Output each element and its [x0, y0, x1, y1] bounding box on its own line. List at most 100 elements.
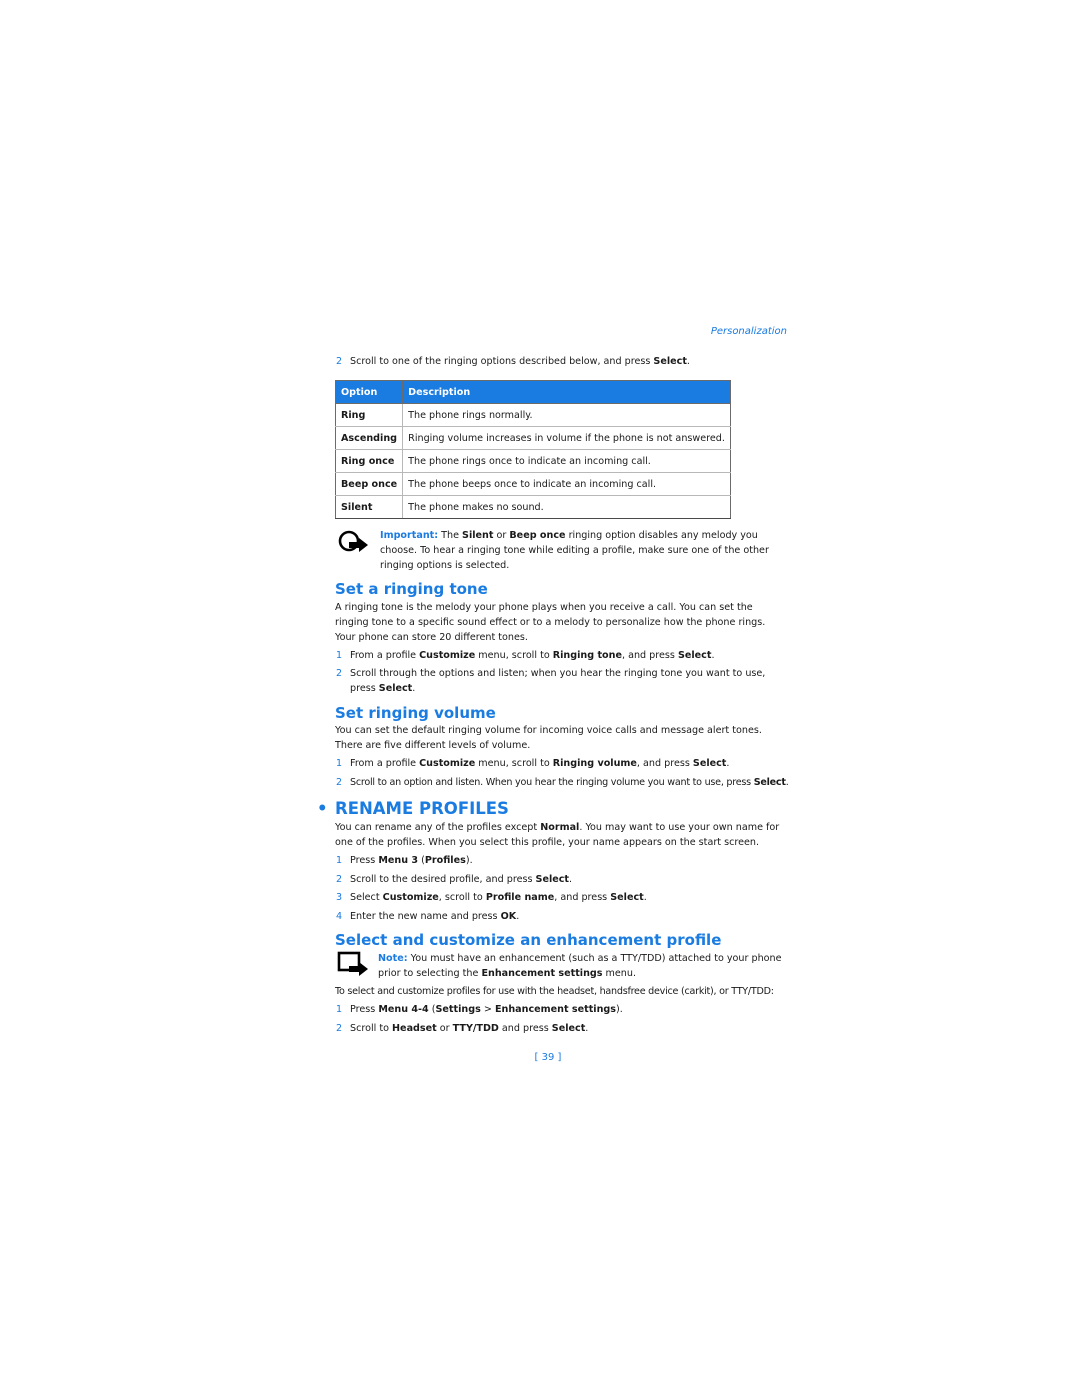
step-text: ( — [418, 855, 425, 866]
step-bold: Headset — [392, 1023, 437, 1034]
important-label: Important: — [380, 530, 439, 541]
ringing-tone-paragraph: A ringing tone is the melody your phone … — [335, 602, 766, 643]
rename-paragraph: You can rename any of the profiles excep… — [335, 820, 787, 850]
callout-text: menu. — [602, 968, 637, 979]
important-callout: Important: The Silent or Beep once ringi… — [335, 528, 787, 573]
step-text: Press — [350, 1004, 379, 1015]
running-head: Personalization — [710, 326, 787, 337]
description-cell: The phone rings normally. — [402, 403, 731, 427]
step-text: ). — [616, 1004, 623, 1015]
table-row: Ascending Ringing volume increases in vol… — [334, 426, 731, 450]
step-text: Enter the new name and press — [350, 911, 501, 922]
step-number: 1 — [336, 855, 343, 866]
page-number: [ 39 ] — [534, 1052, 562, 1063]
option-cell: Silent — [334, 495, 404, 519]
step-text: From a profile — [350, 650, 420, 661]
step-text: , and press — [554, 892, 611, 903]
table-row: Ring once The phone rings once to indicat… — [334, 449, 731, 473]
step-text: . — [711, 650, 715, 661]
step-bold: Customize — [419, 758, 476, 769]
table-row: Silent The phone makes no sound. — [334, 495, 731, 519]
table-header-row: Option Description — [334, 380, 731, 404]
table-row: Ring The phone rings normally. — [334, 403, 731, 427]
step-number: 4 — [336, 911, 343, 922]
option-cell: Ascending — [334, 426, 404, 450]
step-text: Scroll to one of the ringing options des… — [350, 356, 654, 367]
note-callout: Note: You must have an enhancement (such… — [335, 951, 788, 981]
step-text: . — [686, 356, 690, 367]
step-text: , scroll to — [438, 892, 486, 903]
step-text: Select — [350, 892, 383, 903]
step-bold: Customize — [419, 650, 476, 661]
step-text: . — [585, 1023, 589, 1034]
step-text: , and press — [636, 758, 693, 769]
rename-step-1: 1 Press Menu 3 (Profiles). — [335, 853, 802, 868]
step-text: Scroll to — [350, 1023, 393, 1034]
step-bold: Profiles — [424, 855, 466, 866]
step-bold: Select — [535, 874, 570, 885]
heading-set-ringing-volume: Set ringing volume — [335, 704, 496, 722]
paragraph-text: You can rename any of the profiles excep… — [335, 822, 541, 833]
paragraph-bold: Normal — [540, 822, 580, 833]
enhancement-step-1: 1 Press Menu 4-4 (Settings > Enhancement… — [335, 1002, 802, 1017]
step-text: . — [726, 758, 730, 769]
note-icon — [337, 951, 371, 977]
rename-step-4: 4 Enter the new name and press OK. — [335, 909, 802, 924]
step-bold: Select — [610, 892, 644, 903]
option-cell: Ring once — [334, 449, 404, 473]
step-bold: Select — [692, 758, 727, 769]
section-title: RENAME PROFILES — [335, 799, 509, 818]
step-bold: Profile name — [485, 892, 555, 903]
step-number: 2 — [336, 1023, 343, 1034]
callout-text: or — [493, 530, 510, 541]
callout-text: The — [438, 530, 463, 541]
heading-set-ringing-tone: Set a ringing tone — [335, 580, 488, 598]
enhancement-paragraph: To select and customize profiles for use… — [335, 986, 774, 997]
step-number: 1 — [336, 758, 343, 769]
step-bold: Select — [378, 683, 413, 694]
step-text: . — [569, 874, 573, 885]
step-text: or — [436, 1023, 453, 1034]
step-text: menu, scroll to — [475, 758, 553, 769]
step-bold: Settings — [435, 1004, 481, 1015]
step-number: 2 — [336, 777, 342, 788]
column-header-option: Option — [334, 380, 404, 404]
ringing-tone-step-1: 1 From a profile Customize menu, scroll … — [335, 648, 802, 663]
step-number: 1 — [336, 1004, 343, 1015]
important-icon — [337, 528, 371, 554]
column-header-description: Description — [402, 380, 731, 404]
option-cell: Beep once — [334, 472, 404, 496]
intro-step: 2 Scroll to one of the ringing options d… — [335, 354, 802, 369]
step-text: . — [516, 911, 520, 922]
step-number: 2 — [336, 356, 343, 367]
ringing-volume-paragraph: You can set the default ringing volume f… — [335, 725, 762, 751]
step-text: Press — [350, 855, 379, 866]
step-text: ( — [428, 1004, 436, 1015]
step-text: ). — [465, 855, 473, 866]
step-number: 3 — [336, 892, 343, 903]
step-text: menu, scroll to — [475, 650, 553, 661]
step-number: 2 — [336, 874, 343, 885]
step-text: Scroll to the desired profile, and press — [350, 874, 536, 885]
description-cell: The phone beeps once to indicate an inco… — [402, 472, 731, 496]
step-text: . — [785, 777, 789, 788]
step-text: . — [412, 683, 416, 694]
ringing-volume-step-2: 2 Scroll to an option and listen. When y… — [335, 775, 820, 790]
step-bold: Ringing volume — [552, 758, 637, 769]
step-bold: Menu 4-4 — [378, 1004, 429, 1015]
ringing-options-table: Option Description Ring The phone rings n… — [334, 380, 731, 519]
step-bold: Menu 3 — [378, 855, 419, 866]
section-bullet: • — [317, 799, 328, 818]
note-label: Note: — [378, 953, 408, 964]
step-bold: Select — [677, 650, 712, 661]
rename-step-2: 2 Scroll to the desired profile, and pre… — [335, 872, 802, 887]
step-bold: Customize — [382, 892, 439, 903]
step-bold: Enhancement settings — [494, 1004, 616, 1015]
heading-rename-profiles: • RENAME PROFILES — [317, 798, 509, 820]
description-cell: Ringing volume increases in volume if th… — [402, 426, 731, 450]
ringing-volume-step-1: 1 From a profile Customize menu, scroll … — [335, 756, 802, 771]
step-bold: Ringing tone — [552, 650, 622, 661]
table-row: Beep once The phone beeps once to indicat… — [334, 472, 731, 496]
step-text: From a profile — [350, 758, 420, 769]
callout-bold: Silent — [462, 530, 494, 541]
